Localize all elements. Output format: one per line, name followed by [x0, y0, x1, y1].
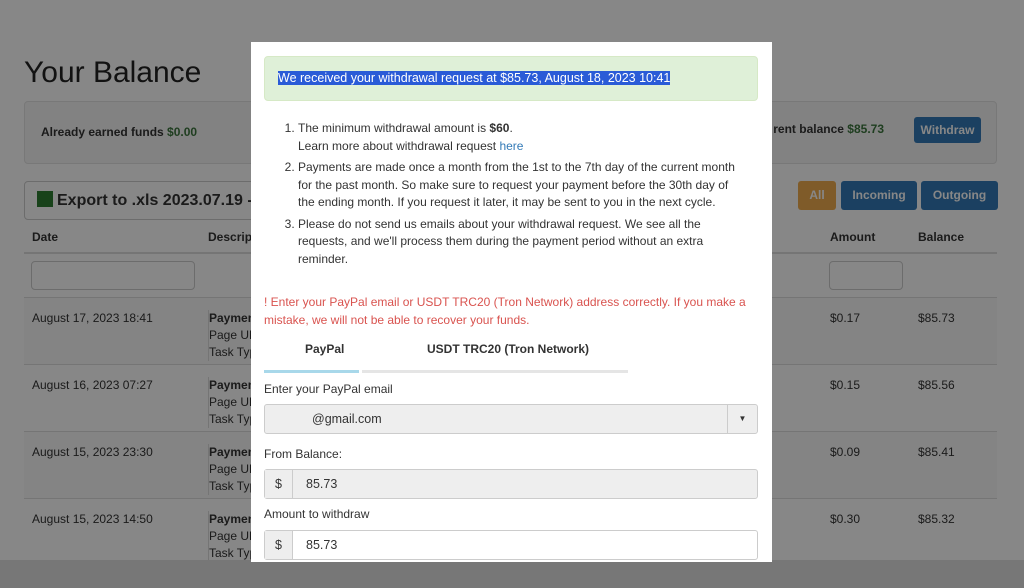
amount-label: Amount to withdraw	[264, 507, 370, 521]
tab-indicator-active	[264, 370, 359, 373]
learn-more-link[interactable]: here	[499, 139, 523, 153]
tab-usdt[interactable]: USDT TRC20 (Tron Network)	[427, 342, 589, 356]
paypal-email-select[interactable]: @gmail.com ▼	[264, 404, 758, 434]
rule-1: The minimum withdrawal amount is $60.Lea…	[298, 120, 743, 155]
from-balance-input: $ 85.73	[264, 469, 758, 499]
amount-input[interactable]: $ 85.73	[264, 530, 758, 560]
rule-2: Payments are made once a month from the …	[298, 159, 743, 212]
dollar-addon: $	[265, 531, 293, 559]
dollar-addon: $	[265, 470, 293, 498]
rule-3: Please do not send us emails about your …	[298, 216, 743, 269]
success-alert: We received your withdrawal request at $…	[264, 56, 758, 101]
tab-paypal[interactable]: PayPal	[305, 342, 344, 356]
chevron-down-icon[interactable]: ▼	[727, 405, 757, 433]
withdraw-rules: The minimum withdrawal amount is $60.Lea…	[298, 120, 743, 272]
from-balance-label: From Balance:	[264, 447, 343, 461]
warning-text: ! Enter your PayPal email or USDT TRC20 …	[264, 295, 746, 327]
bottom-bar	[0, 560, 1024, 588]
email-label: Enter your PayPal email	[264, 382, 393, 396]
tab-indicator	[362, 370, 628, 373]
withdraw-modal: We received your withdrawal request at $…	[251, 42, 772, 562]
